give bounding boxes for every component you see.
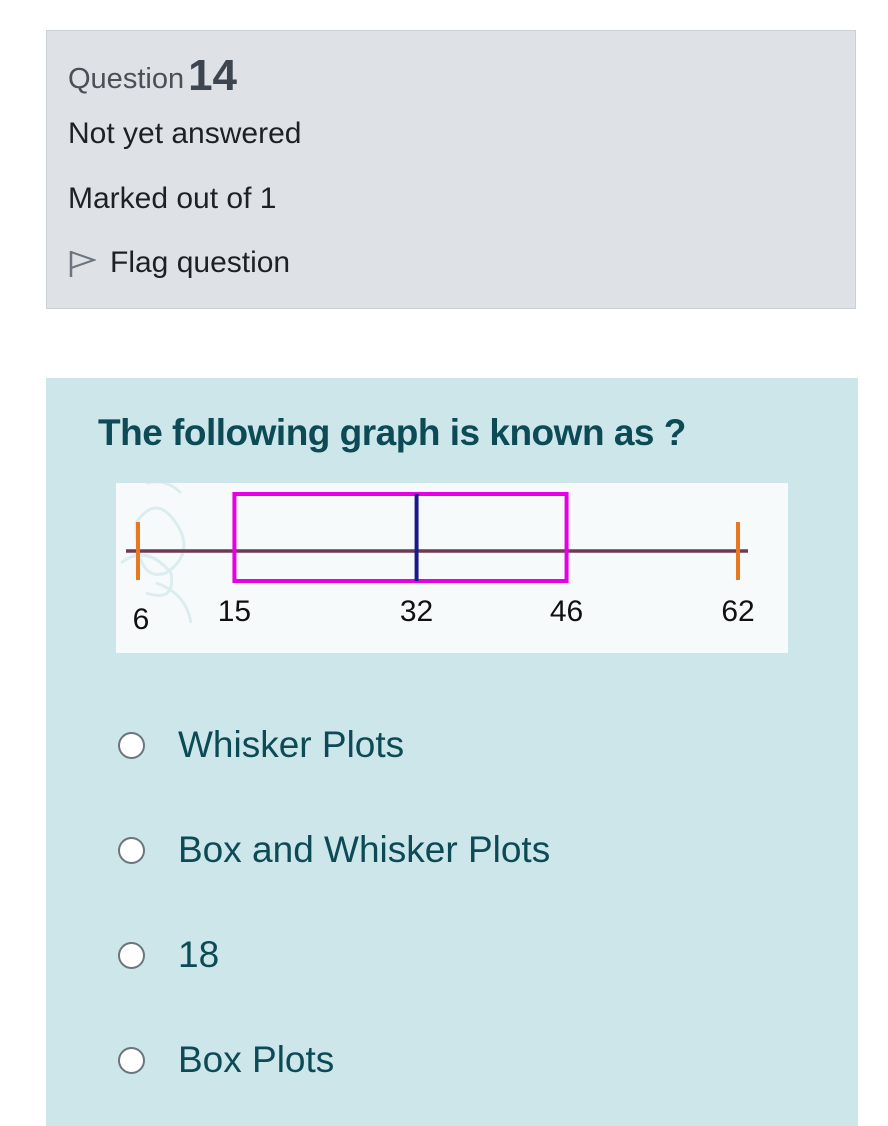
- interquartile-box: [232, 492, 569, 583]
- tick-label-median: 32: [400, 595, 433, 628]
- radio-unchecked-icon[interactable]: [118, 1046, 145, 1074]
- question-number: 14: [188, 51, 238, 100]
- flag-question-link[interactable]: Flag question: [68, 246, 290, 280]
- answer-option-4[interactable]: Box Plots: [118, 1039, 334, 1081]
- tick-label-max: 62: [721, 595, 754, 628]
- radio-unchecked-icon[interactable]: [118, 836, 145, 864]
- question-heading: Question14: [68, 49, 238, 100]
- flag-icon: [68, 248, 98, 278]
- answer-label: Box and Whisker Plots: [178, 829, 551, 870]
- question-label: Question: [68, 63, 185, 95]
- answer-option-1[interactable]: Whisker Plots: [118, 724, 404, 766]
- answer-option-3[interactable]: 18: [118, 934, 219, 976]
- question-state: Not yet answered: [68, 117, 302, 150]
- box-plot-svg: 6 15 32 46 62: [120, 483, 755, 636]
- tick-label-q3: 46: [550, 595, 583, 628]
- radio-unchecked-icon[interactable]: [118, 731, 145, 759]
- decorative-flower-watermark: [120, 483, 193, 624]
- answer-label: Whisker Plots: [178, 724, 405, 765]
- flag-question-label: Flag question: [110, 246, 291, 279]
- radio-unchecked-icon[interactable]: [118, 941, 145, 969]
- tick-label-q1: 15: [218, 595, 251, 628]
- question-info-panel: Question14 Not yet answered Marked out o…: [46, 30, 856, 309]
- answer-label: 18: [178, 934, 220, 975]
- question-grade: Marked out of 1: [68, 182, 277, 215]
- box-plot-figure: 6 15 32 46 62: [116, 483, 788, 653]
- question-text: The following graph is known as ?: [98, 412, 686, 453]
- answer-label: Box Plots: [178, 1039, 335, 1080]
- tick-label-min: 6: [133, 603, 150, 636]
- answer-option-2[interactable]: Box and Whisker Plots: [118, 829, 550, 871]
- question-content-panel: The following graph is known as ? 6 15 32 4…: [46, 378, 858, 1126]
